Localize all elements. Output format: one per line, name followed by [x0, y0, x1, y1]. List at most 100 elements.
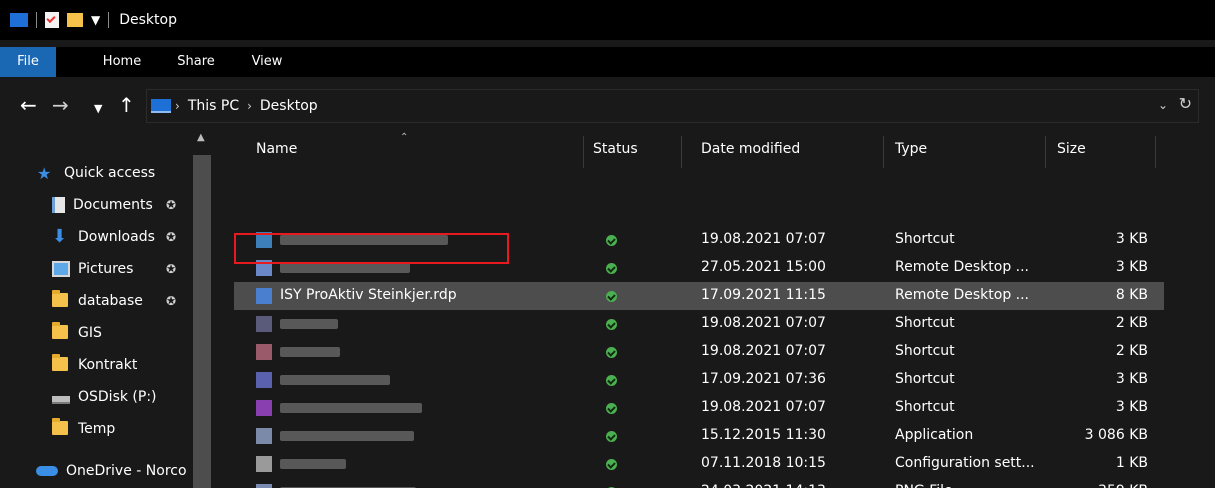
file-icon — [256, 400, 272, 416]
tab-view[interactable]: View — [240, 47, 294, 77]
nav-item-kontrakt[interactable]: Kontrakt — [0, 350, 222, 380]
customize-quick-access-icon[interactable]: ▼ — [91, 13, 100, 27]
file-size: 3 KB — [1115, 231, 1148, 247]
nav-item-label: Downloads — [78, 229, 155, 245]
nav-item-label: OneDrive - Norco — [66, 463, 187, 479]
back-arrow-icon[interactable]: ← — [20, 94, 37, 116]
drive-icon — [52, 396, 70, 404]
breadcrumb-desktop[interactable]: Desktop — [260, 98, 318, 114]
nav-item-gis[interactable]: GIS — [0, 318, 222, 348]
nav-item-downloads[interactable]: ⬇ Downloads ✪ — [0, 222, 222, 252]
folder-icon — [52, 290, 70, 309]
column-header-type[interactable]: Type — [895, 141, 927, 157]
table-row[interactable]: 19.08.2021 07:07 Shortcut 3 KB — [234, 394, 1164, 422]
file-date-modified: 27.05.2021 15:00 — [701, 259, 826, 275]
properties-check-icon[interactable] — [45, 12, 59, 28]
blurred-file-name[interactable] — [280, 431, 414, 441]
nav-item-onedrive[interactable]: OneDrive - Norco — [0, 456, 222, 486]
up-arrow-icon[interactable]: ↑ — [118, 94, 135, 116]
blurred-file-name[interactable] — [280, 263, 410, 273]
scroll-thumb[interactable] — [193, 155, 211, 488]
column-separator[interactable] — [1045, 136, 1046, 168]
pin-icon[interactable]: ✪ — [166, 262, 176, 276]
navigation-pane: ★ Quick access Documents ✪ ⬇ Downloads ✪… — [0, 128, 222, 488]
tab-home[interactable]: Home — [92, 47, 152, 77]
nav-item-temp[interactable]: Temp — [0, 414, 222, 444]
recent-locations-chevron-icon[interactable]: ▼ — [94, 98, 102, 120]
scroll-up-icon[interactable]: ▲ — [197, 132, 205, 143]
nav-item-label: GIS — [78, 325, 102, 341]
window-title: Desktop — [119, 12, 177, 28]
table-row[interactable]: 24.03.2021 14:13 PNG File 359 KB — [234, 478, 1164, 488]
sync-status-ok-icon — [606, 459, 617, 470]
file-type: Shortcut — [895, 315, 955, 331]
tab-file[interactable]: File — [0, 47, 56, 77]
file-icon — [256, 288, 272, 304]
sync-status-ok-icon — [606, 347, 617, 358]
nav-item-label: OSDisk (P:) — [78, 389, 157, 405]
title-bar: ▼ Desktop — [0, 0, 1215, 40]
nav-item-label: Kontrakt — [78, 357, 138, 373]
breadcrumb-this-pc[interactable]: This PC — [188, 98, 239, 114]
file-date-modified: 07.11.2018 10:15 — [701, 455, 826, 471]
file-icon — [256, 344, 272, 360]
nav-scrollbar[interactable]: ▲ — [193, 128, 211, 488]
address-dropdown-icon[interactable]: ⌄ — [1158, 98, 1168, 112]
file-date-modified: 15.12.2015 11:30 — [701, 427, 826, 443]
new-folder-icon[interactable] — [67, 13, 83, 27]
nav-item-quick-access[interactable]: ★ Quick access — [0, 158, 222, 188]
refresh-icon[interactable]: ↻ — [1179, 94, 1192, 113]
file-date-modified: 19.08.2021 07:07 — [701, 231, 826, 247]
download-arrow-icon: ⬇ — [52, 226, 68, 247]
table-row[interactable]: ISY ProAktiv Steinkjer.rdp 17.09.2021 11:… — [234, 282, 1164, 310]
nav-item-osdisk[interactable]: OSDisk (P:) — [0, 382, 222, 412]
nav-item-database[interactable]: database ✪ — [0, 286, 222, 316]
file-size: 3 KB — [1115, 371, 1148, 387]
file-type: Shortcut — [895, 231, 955, 247]
column-separator[interactable] — [1155, 136, 1156, 168]
nav-item-pictures[interactable]: Pictures ✪ — [0, 254, 222, 284]
column-header-status[interactable]: Status — [593, 141, 638, 157]
column-separator[interactable] — [681, 136, 682, 168]
file-size: 2 KB — [1115, 343, 1148, 359]
table-row[interactable]: 19.08.2021 07:07 Shortcut 2 KB — [234, 338, 1164, 366]
column-separator[interactable] — [583, 136, 584, 168]
column-header-date-modified[interactable]: Date modified — [701, 141, 800, 157]
column-separator[interactable] — [883, 136, 884, 168]
column-header-size[interactable]: Size — [1057, 141, 1086, 157]
address-bar[interactable]: › This PC › Desktop ⌄ ↻ — [146, 89, 1199, 123]
file-type: Configuration sett... — [895, 455, 1035, 471]
column-header-name[interactable]: Name — [256, 141, 297, 157]
folder-icon — [52, 418, 70, 437]
blurred-file-name[interactable] — [280, 375, 390, 385]
breadcrumb-chevron-icon[interactable]: › — [175, 99, 180, 113]
file-date-modified: 19.08.2021 07:07 — [701, 399, 826, 415]
forward-arrow-icon[interactable]: → — [52, 94, 69, 116]
address-row: ← → ▼ ↑ › This PC › Desktop ⌄ ↻ — [0, 84, 1215, 128]
file-type: Remote Desktop ... — [895, 259, 1030, 275]
file-icon — [256, 428, 272, 444]
table-row[interactable]: 17.09.2021 07:36 Shortcut 3 KB — [234, 366, 1164, 394]
blurred-file-name[interactable] — [280, 459, 346, 469]
monitor-icon[interactable] — [10, 13, 28, 27]
pin-icon[interactable]: ✪ — [166, 230, 176, 244]
tab-share[interactable]: Share — [166, 47, 226, 77]
sync-status-ok-icon — [606, 291, 617, 302]
file-date-modified: 19.08.2021 07:07 — [701, 343, 826, 359]
blurred-file-name[interactable] — [280, 403, 422, 413]
file-size: 3 086 KB — [1084, 427, 1148, 443]
file-icon — [256, 372, 272, 388]
blurred-file-name[interactable] — [280, 347, 340, 357]
table-row[interactable]: 15.12.2015 11:30 Application 3 086 KB — [234, 422, 1164, 450]
blurred-file-name[interactable] — [280, 319, 338, 329]
table-row[interactable]: 19.08.2021 07:07 Shortcut 2 KB — [234, 310, 1164, 338]
file-size: 3 KB — [1115, 399, 1148, 415]
table-row[interactable]: 07.11.2018 10:15 Configuration sett... 1 K… — [234, 450, 1164, 478]
pin-icon[interactable]: ✪ — [166, 294, 176, 308]
folder-icon — [52, 322, 70, 341]
sync-status-ok-icon — [606, 403, 617, 414]
pin-icon[interactable]: ✪ — [166, 198, 176, 212]
nav-item-documents[interactable]: Documents ✪ — [0, 190, 222, 220]
breadcrumb-chevron-icon[interactable]: › — [247, 99, 252, 113]
file-name[interactable]: ISY ProAktiv Steinkjer.rdp — [280, 287, 457, 303]
